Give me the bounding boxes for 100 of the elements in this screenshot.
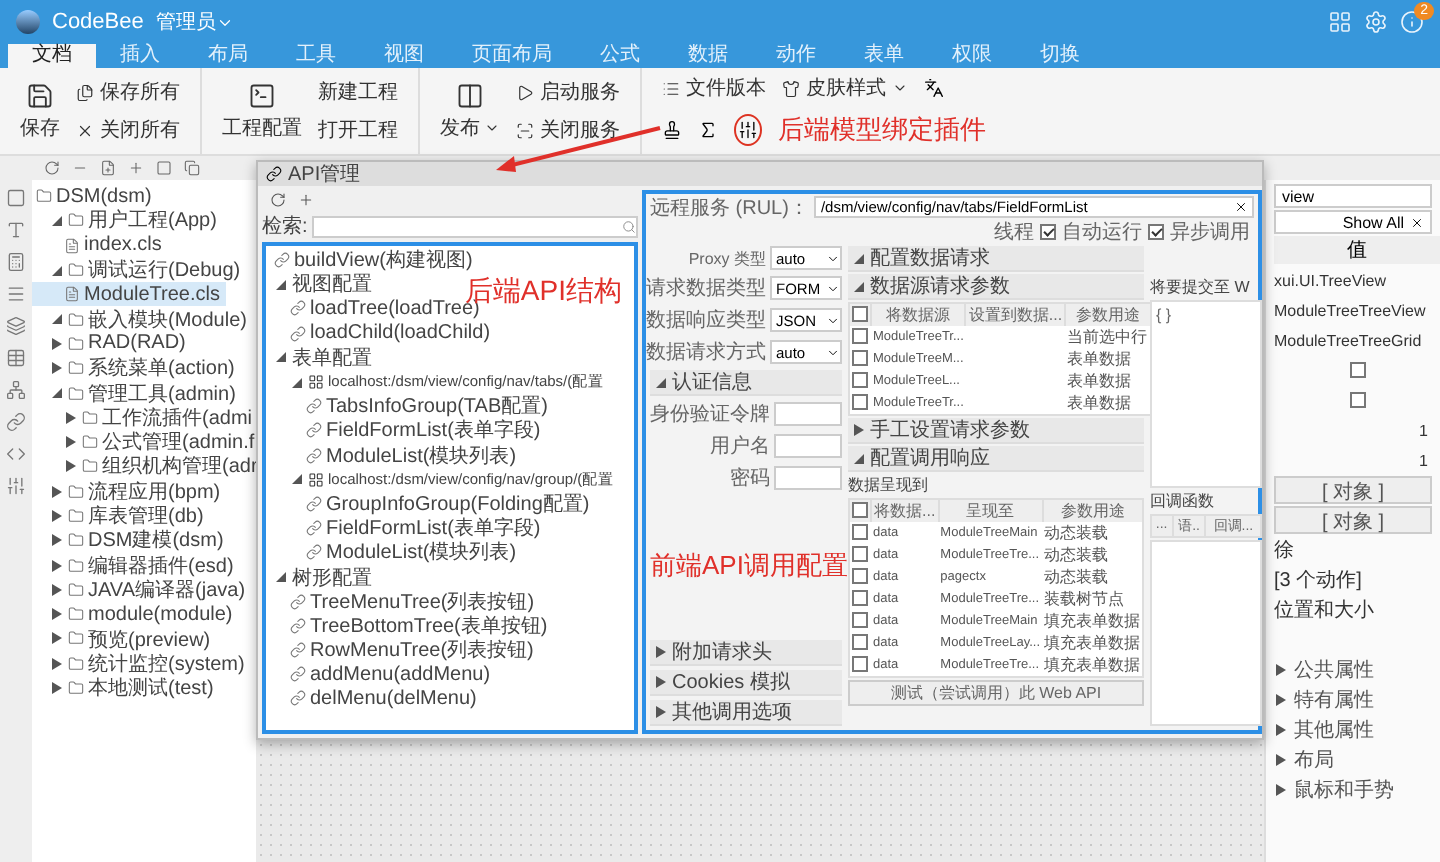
api-tree-item[interactable]: ModuleList(模块列表) bbox=[266, 443, 523, 468]
add-icon[interactable] bbox=[298, 192, 314, 208]
tree-item[interactable]: ModuleTree.cls bbox=[32, 282, 226, 307]
section-header[interactable]: 数据源请求参数 bbox=[848, 274, 1144, 300]
expanded-arrow-icon[interactable] bbox=[274, 570, 288, 585]
checkbox[interactable] bbox=[852, 349, 868, 365]
object-button[interactable]: [ 对象 ] bbox=[1274, 476, 1432, 504]
property-section[interactable]: 其他属性 bbox=[1274, 716, 1440, 744]
section-header[interactable]: 配置数据请求 bbox=[848, 246, 1144, 272]
collapsed-arrow-icon[interactable] bbox=[50, 631, 64, 646]
refresh-icon[interactable] bbox=[270, 192, 286, 208]
checkbox[interactable] bbox=[852, 611, 868, 627]
expanded-arrow-icon[interactable] bbox=[50, 312, 64, 327]
select-all-checkbox[interactable] bbox=[852, 305, 868, 321]
close-all-button[interactable]: 关闭所有 bbox=[76, 116, 180, 144]
section-header[interactable]: 其他调用选项 bbox=[650, 700, 842, 726]
open-project-button[interactable]: 打开工程 bbox=[318, 116, 398, 144]
expanded-arrow-icon[interactable] bbox=[50, 263, 64, 278]
property-section[interactable]: 布局 bbox=[1274, 746, 1440, 774]
collapsed-arrow-icon[interactable] bbox=[852, 423, 866, 437]
component-field[interactable]: view bbox=[1274, 184, 1432, 208]
search-field[interactable] bbox=[311, 215, 638, 237]
collapsed-arrow-icon[interactable] bbox=[64, 410, 78, 425]
api-tree-item[interactable]: GroupInfoGroup(Folding配置) bbox=[266, 491, 596, 517]
object-button[interactable]: [ 对象 ] bbox=[1274, 506, 1432, 534]
checkbox[interactable] bbox=[852, 589, 868, 605]
filter-field[interactable]: Show All bbox=[1274, 210, 1432, 234]
collapsed-arrow-icon[interactable] bbox=[1274, 783, 1288, 797]
expanded-arrow-icon[interactable] bbox=[290, 472, 304, 487]
tree-item[interactable]: JAVA编译器(java) bbox=[32, 577, 252, 603]
api-tree-item[interactable]: RowMenuTree(列表按钮) bbox=[266, 638, 540, 663]
settings-icon[interactable] bbox=[1364, 10, 1388, 34]
ribbon-tab[interactable]: 文档 bbox=[8, 44, 96, 68]
layout-icon[interactable] bbox=[1328, 10, 1352, 34]
tool-icon[interactable] bbox=[6, 444, 26, 464]
project-config-button[interactable]: 工程配置 bbox=[222, 81, 302, 141]
checkbox[interactable] bbox=[852, 371, 868, 387]
save-button[interactable]: 保存 bbox=[20, 81, 60, 141]
test-api-button[interactable]: 测试（尝试调用）此 Web API bbox=[848, 680, 1144, 706]
checkbox[interactable] bbox=[1349, 362, 1365, 378]
new-file-icon[interactable] bbox=[100, 160, 116, 176]
tree-item[interactable]: module(module) bbox=[32, 602, 239, 627]
sliders-icon[interactable] bbox=[738, 120, 758, 140]
select-all-checkbox[interactable] bbox=[852, 501, 868, 517]
collapsed-arrow-icon[interactable] bbox=[50, 509, 64, 523]
skin-style-button[interactable]: 皮肤样式 bbox=[782, 74, 908, 102]
tree-item[interactable]: 本地测试(test) bbox=[32, 675, 220, 701]
api-tree-item[interactable]: 视图配置 bbox=[266, 272, 378, 297]
checkbox[interactable] bbox=[1349, 392, 1365, 408]
tree-item[interactable]: 流程应用(bpm) bbox=[32, 479, 227, 504]
section-header[interactable]: 手工设置请求参数 bbox=[848, 418, 1144, 444]
tree-item[interactable]: 公式管理(admin.f bbox=[32, 429, 261, 455]
tree-item[interactable]: RAD(RAD) bbox=[32, 331, 192, 357]
expanded-arrow-icon[interactable] bbox=[852, 251, 866, 265]
section-header[interactable]: 附加请求头 bbox=[650, 640, 842, 666]
api-tree-item[interactable]: FieldFormList(表单字段) bbox=[266, 418, 547, 443]
input-field[interactable] bbox=[774, 402, 842, 426]
property-section[interactable]: 公共属性 bbox=[1274, 656, 1440, 684]
tool-icon[interactable] bbox=[6, 220, 26, 240]
collapsed-arrow-icon[interactable] bbox=[50, 336, 64, 351]
collapsed-arrow-icon[interactable] bbox=[50, 558, 64, 573]
tool-icon[interactable] bbox=[6, 252, 26, 272]
collapsed-arrow-icon[interactable] bbox=[64, 435, 78, 450]
start-service-button[interactable]: 启动服务 bbox=[516, 78, 620, 106]
property-section[interactable]: 特有属性 bbox=[1274, 686, 1440, 714]
formula-icon[interactable] bbox=[698, 120, 718, 140]
tree-item[interactable]: DSM(dsm) bbox=[32, 184, 158, 209]
collapsed-arrow-icon[interactable] bbox=[64, 459, 78, 474]
tool-icon[interactable] bbox=[6, 380, 26, 400]
section-header[interactable]: 认证信息 bbox=[650, 370, 842, 396]
save-all-button[interactable]: 保存所有 bbox=[76, 78, 180, 106]
api-tree-item[interactable]: loadChild(loadChild) bbox=[266, 321, 497, 346]
input-field[interactable] bbox=[774, 434, 842, 458]
info-icon[interactable] bbox=[1400, 10, 1424, 34]
tree-item[interactable]: 组织机构管理(adr bbox=[32, 454, 264, 480]
checkbox[interactable] bbox=[852, 567, 868, 583]
collapsed-arrow-icon[interactable] bbox=[1274, 723, 1288, 737]
collapsed-arrow-icon[interactable] bbox=[1274, 663, 1288, 677]
collapsed-arrow-icon[interactable] bbox=[50, 361, 64, 376]
checkbox[interactable] bbox=[852, 545, 868, 561]
api-tree-item[interactable]: FieldFormList(表单字段) bbox=[266, 516, 547, 541]
checkbox[interactable] bbox=[852, 327, 868, 343]
collapsed-arrow-icon[interactable] bbox=[50, 533, 64, 548]
collapsed-arrow-icon[interactable] bbox=[50, 582, 64, 597]
tree-item[interactable]: 嵌入模块(Module) bbox=[32, 306, 253, 332]
expanded-arrow-icon[interactable] bbox=[274, 277, 288, 292]
collapsed-arrow-icon[interactable] bbox=[50, 656, 64, 671]
tool-icon[interactable] bbox=[6, 412, 26, 432]
expanded-arrow-icon[interactable] bbox=[50, 213, 64, 228]
collapsed-arrow-icon[interactable] bbox=[50, 607, 64, 622]
input-field[interactable] bbox=[774, 466, 842, 490]
new-project-button[interactable]: 新建工程 bbox=[318, 78, 398, 106]
api-tree-item[interactable]: TabsInfoGroup(TAB配置) bbox=[266, 394, 554, 419]
collapsed-arrow-icon[interactable] bbox=[654, 645, 668, 659]
translate-icon[interactable] bbox=[924, 78, 944, 98]
refresh-icon[interactable] bbox=[44, 160, 60, 176]
tree-item[interactable]: 统计监控(system) bbox=[32, 651, 251, 676]
collapsed-arrow-icon[interactable] bbox=[1274, 753, 1288, 767]
checkbox[interactable] bbox=[852, 655, 868, 671]
collapsed-arrow-icon[interactable] bbox=[654, 675, 668, 689]
